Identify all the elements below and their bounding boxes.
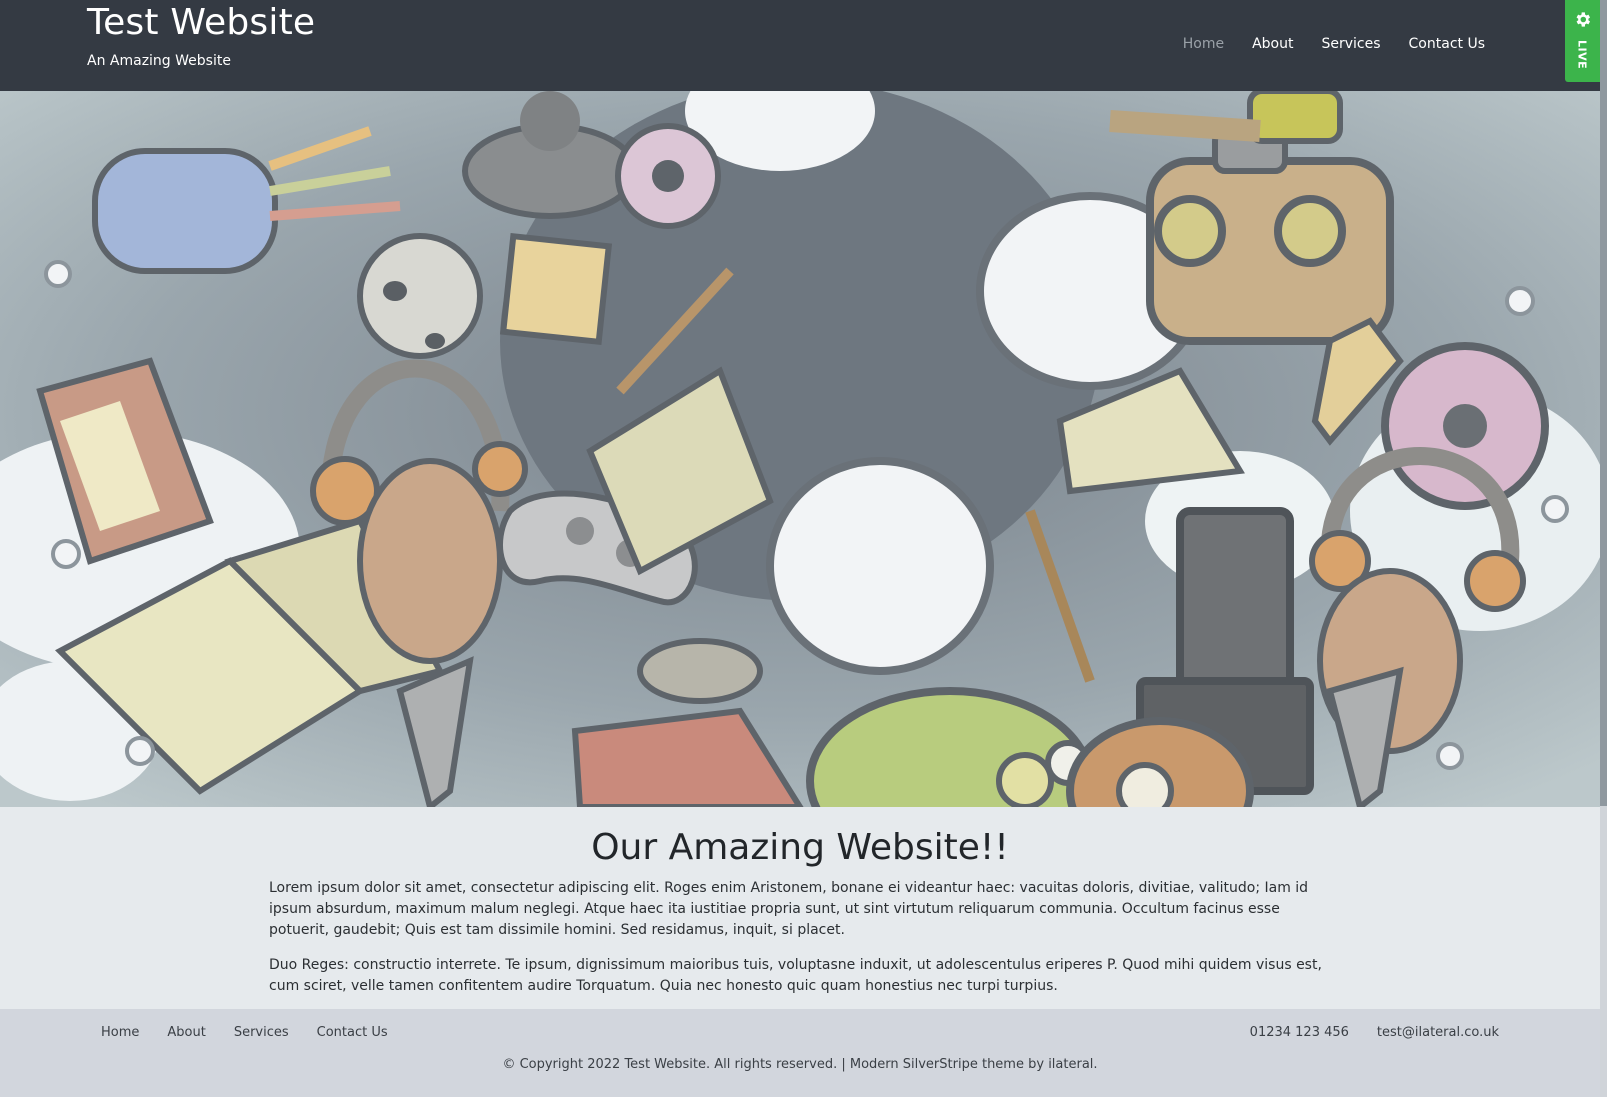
nav-item-contact-us[interactable]: Contact Us — [1409, 36, 1485, 52]
author-link[interactable]: ilateral — [1048, 1057, 1093, 1072]
nav-item-home[interactable]: Home — [1183, 36, 1224, 52]
page-gutter-top — [1600, 0, 1607, 806]
site-header: Test Website An Amazing Website Home Abo… — [0, 0, 1600, 91]
footer-phone[interactable]: 01234 123 456 — [1250, 1025, 1349, 1040]
nav-item-services[interactable]: Services — [1321, 36, 1380, 52]
live-label: LIVE — [1575, 40, 1589, 70]
footer-nav-home[interactable]: Home — [101, 1025, 139, 1040]
doodle-illustration — [0, 91, 1600, 807]
footer-nav-services[interactable]: Services — [234, 1025, 289, 1040]
content-paragraph: Lorem ipsum dolor sit amet, consectetur … — [269, 880, 1309, 938]
site-title[interactable]: Test Website — [87, 2, 315, 43]
copyright-by: by — [1023, 1057, 1049, 1072]
copyright-text: © Copyright 2022 Test Website. All right… — [502, 1057, 850, 1072]
nav-item-about[interactable]: About — [1252, 36, 1293, 52]
footer-email[interactable]: test@ilateral.co.uk — [1377, 1025, 1499, 1040]
live-badge[interactable]: LIVE — [1565, 0, 1600, 82]
gear-icon — [1576, 12, 1591, 27]
footer-nav-about[interactable]: About — [167, 1025, 205, 1040]
copyright-end: . — [1093, 1057, 1098, 1072]
main-content: Our Amazing Website!! Lorem ipsum dolor … — [0, 807, 1600, 1009]
footer-nav-contact-us[interactable]: Contact Us — [317, 1025, 388, 1040]
content-paragraph: Duo Reges: constructio interrete. Te ips… — [269, 957, 1322, 994]
copyright: © Copyright 2022 Test Website. All right… — [0, 1057, 1600, 1072]
site-footer: Home About Services Contact Us 01234 123… — [0, 1009, 1600, 1097]
footer-contact: 01234 123 456 test@ilateral.co.uk — [1250, 1025, 1499, 1040]
footer-nav: Home About Services Contact Us — [101, 1025, 388, 1040]
hero-banner — [0, 91, 1600, 807]
page-heading: Our Amazing Website!! — [591, 827, 1009, 868]
theme-link[interactable]: Modern SilverStripe theme — [850, 1057, 1024, 1072]
main-nav: Home About Services Contact Us — [1183, 36, 1485, 52]
site-tagline: An Amazing Website — [87, 53, 231, 69]
